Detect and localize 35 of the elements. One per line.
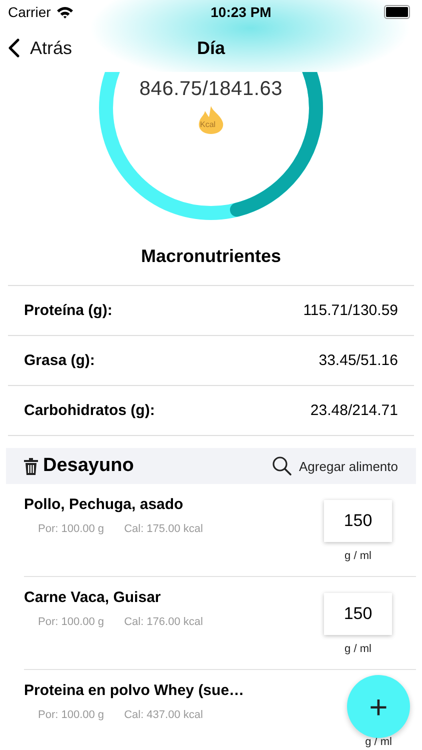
portion-label: Por: 100.00 g	[38, 523, 104, 535]
food-name: Pollo, Pechuga, asado	[24, 496, 184, 513]
search-icon	[272, 456, 292, 476]
macro-label: Proteína (g):	[24, 302, 112, 319]
trash-icon[interactable]	[24, 458, 38, 474]
unit-label: g / ml	[344, 643, 372, 655]
status-time: 10:23 PM	[210, 4, 272, 20]
calorie-label: Cal: 175.00 kcal	[124, 523, 203, 535]
back-button[interactable]: Atrás	[8, 38, 98, 58]
macro-value: 23.48/214.71	[310, 402, 398, 419]
chevron-icon	[8, 38, 20, 58]
page-title: Día	[196, 38, 225, 58]
macro-label: Carbohidratos (g):	[24, 402, 155, 419]
macro-value: 115.71/130.59	[303, 302, 398, 319]
add-food-button[interactable]: Agregar alimento	[272, 456, 398, 476]
food-name: Proteina en polvo Whey (sue…	[24, 682, 246, 699]
macro-label: Grasa (g):	[24, 352, 95, 369]
meal-title: Desayuno	[43, 455, 134, 477]
portion-label: Por: 100.00 g	[38, 616, 104, 628]
calorie-label: Cal: 437.00 kcal	[124, 709, 203, 721]
section-title: Macronutrientes	[140, 245, 282, 268]
food-name: Carne Vaca, Guisar	[24, 589, 162, 606]
unit-label: g / ml	[365, 736, 392, 748]
calorie-reading: 846.75/1841.63	[139, 78, 283, 101]
macro-value: 33.45/51.16	[318, 352, 398, 369]
wifi-icon	[56, 6, 74, 18]
battery-icon	[384, 5, 410, 19]
portion-label: Por: 100.00 g	[38, 709, 104, 721]
add-button[interactable]: +	[347, 675, 410, 738]
unit-label: g / ml	[344, 550, 372, 562]
calorie-label: Cal: 176.00 kcal	[124, 616, 203, 628]
kcal-label: Kcal	[200, 120, 216, 129]
amount-field[interactable]: 150	[324, 500, 392, 542]
amount-field[interactable]: 150	[324, 593, 392, 635]
carrier-label: Carrier	[8, 4, 51, 20]
